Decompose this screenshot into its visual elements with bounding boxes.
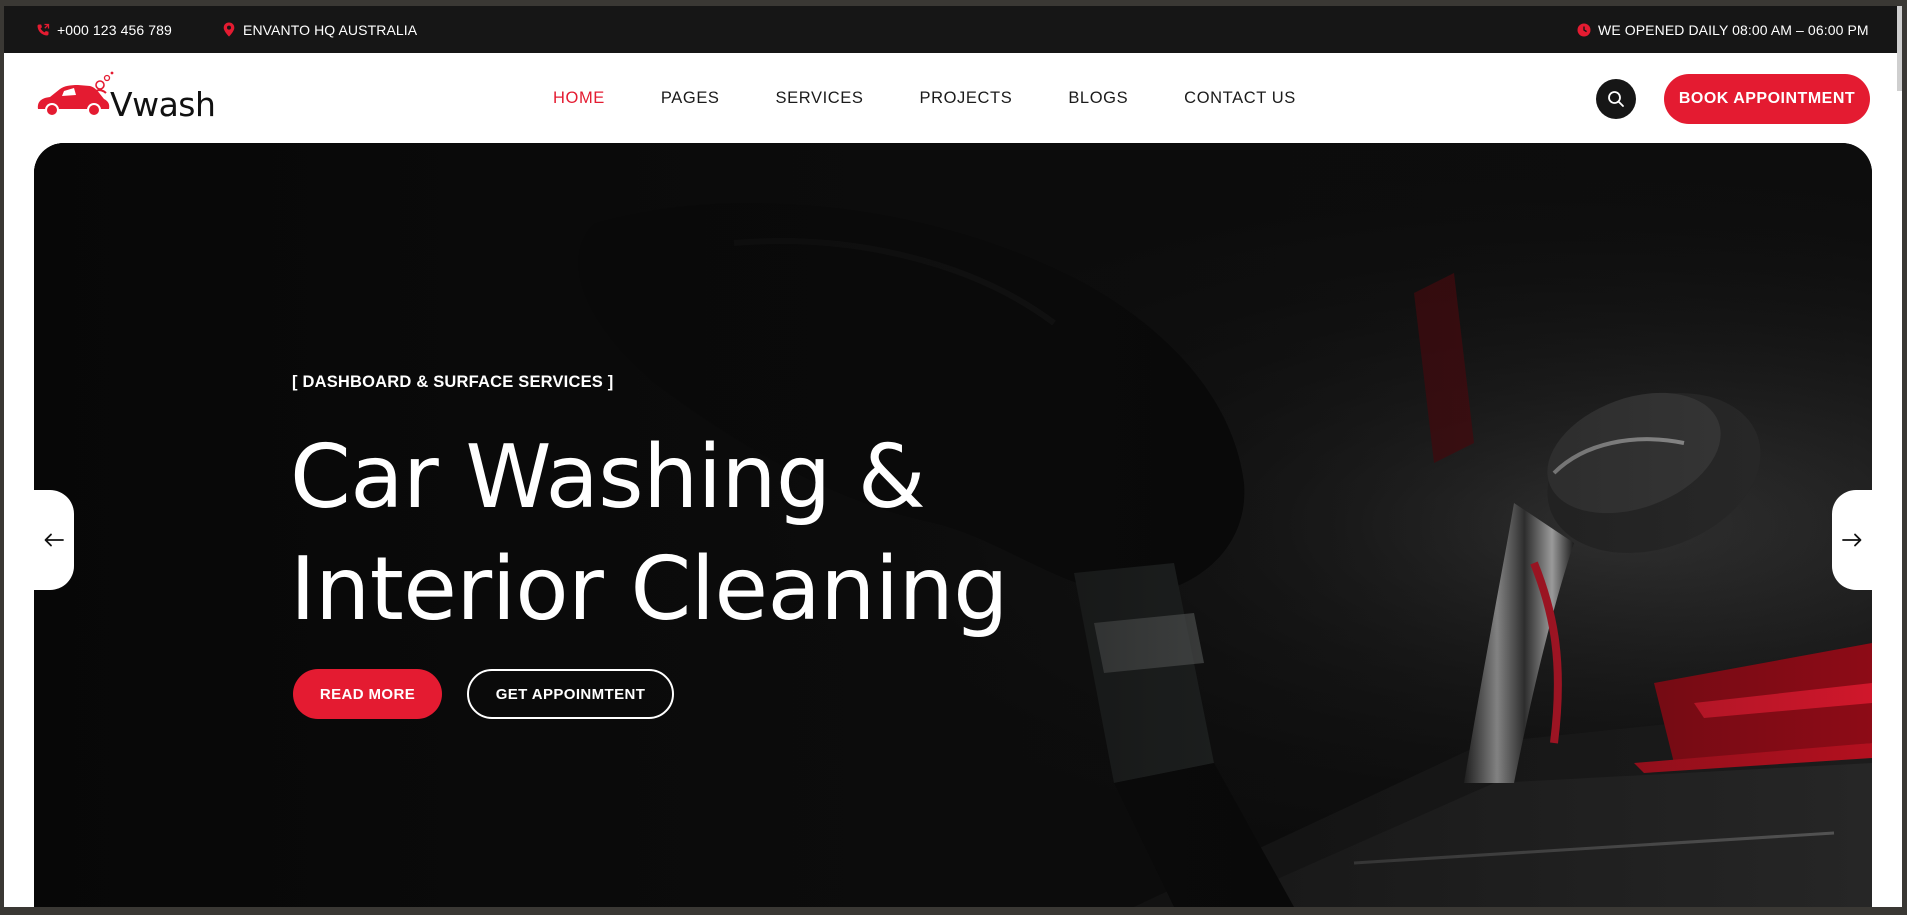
nav-projects[interactable]: PROJECTS: [920, 89, 1013, 108]
site-logo[interactable]: Vwash: [34, 71, 216, 124]
read-more-button[interactable]: READ MORE: [293, 669, 442, 719]
slider-prev-button[interactable]: [34, 490, 74, 590]
slider-next-button[interactable]: [1832, 490, 1872, 590]
book-appointment-button[interactable]: BOOK APPOINTMENT: [1664, 74, 1870, 124]
page-scrollbar[interactable]: [1897, 6, 1902, 91]
get-appointment-button[interactable]: GET APPOINMTENT: [467, 669, 674, 719]
hero-eyebrow: [ DASHBOARD & SURFACE SERVICES ]: [292, 373, 614, 391]
arrow-left-icon: [44, 533, 64, 547]
site-header: Vwash HOME PAGES SERVICES PROJECTS BLOGS…: [4, 53, 1902, 143]
topbar-hours-text: WE OPENED DAILY 08:00 AM – 06:00 PM: [1598, 21, 1869, 38]
topbar-phone[interactable]: +000 123 456 789: [36, 6, 172, 53]
topbar-hours: WE OPENED DAILY 08:00 AM – 06:00 PM: [1577, 6, 1869, 53]
nav-blogs[interactable]: BLOGS: [1068, 89, 1128, 108]
topbar-location-text: ENVANTO HQ AUSTRALIA: [243, 21, 418, 38]
hero-title-line-1: Car Washing &: [290, 426, 926, 528]
car-logo-icon: [37, 71, 114, 117]
topbar-location[interactable]: ENVANTO HQ AUSTRALIA: [222, 6, 417, 53]
top-info-bar: +000 123 456 789 ENVANTO HQ AUSTRALIA WE…: [4, 6, 1902, 53]
nav-services[interactable]: SERVICES: [776, 89, 864, 108]
phone-icon: [36, 23, 50, 37]
hero-slider: [ DASHBOARD & SURFACE SERVICES ] Car Was…: [34, 143, 1872, 907]
topbar-phone-text: +000 123 456 789: [57, 21, 172, 38]
clock-icon: [1577, 23, 1591, 37]
map-pin-icon: [222, 22, 236, 37]
search-icon: [1608, 91, 1624, 107]
arrow-right-icon: [1842, 533, 1862, 547]
search-button[interactable]: [1596, 79, 1636, 119]
main-nav: HOME PAGES SERVICES PROJECTS BLOGS CONTA…: [553, 53, 1352, 143]
browser-viewport: +000 123 456 789 ENVANTO HQ AUSTRALIA WE…: [4, 6, 1902, 907]
hero-title: Car Washing & Interior Cleaning: [290, 421, 1008, 645]
logo-text: Vwash: [110, 85, 216, 124]
hero-title-line-2: Interior Cleaning: [290, 538, 1008, 640]
nav-contact-us[interactable]: CONTACT US: [1184, 89, 1296, 108]
nav-pages[interactable]: PAGES: [661, 89, 720, 108]
nav-home[interactable]: HOME: [553, 89, 605, 108]
